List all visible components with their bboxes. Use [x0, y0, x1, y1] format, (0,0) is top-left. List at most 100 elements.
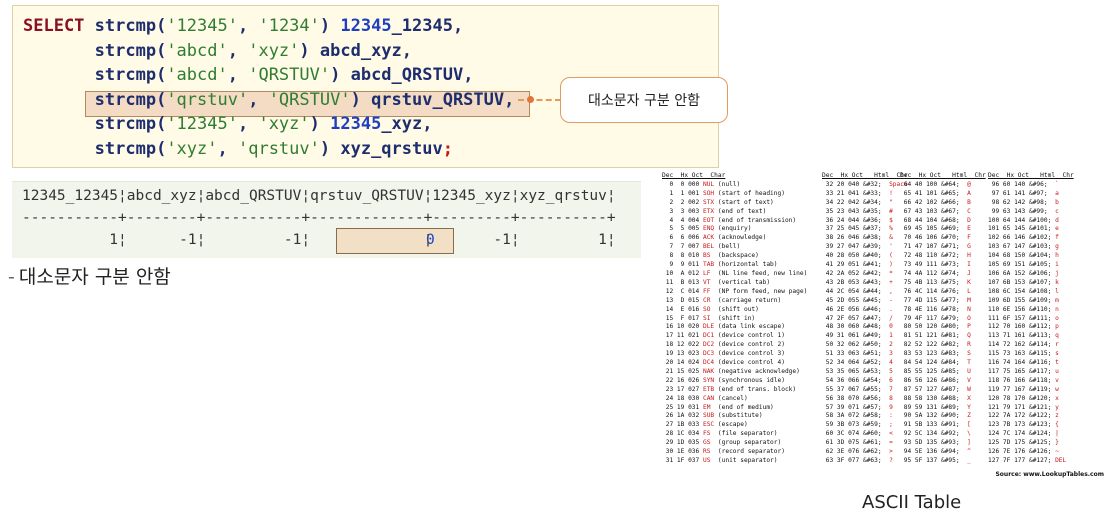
ascii-row: 112 70 160 &#112; p: [988, 323, 1059, 331]
ascii-table-image: Source: www.LookupTables.com Dec Hx Oct …: [662, 172, 1108, 482]
sql-string-arg: '12345': [166, 114, 238, 134]
ascii-row: 37 25 045 &#37; %: [822, 225, 893, 233]
ascii-row: 65 41 101 &#65; A: [900, 189, 971, 197]
result-row: 1¦ -1¦ -1¦ ¦ -1¦ 1¦: [22, 232, 616, 248]
ascii-column-header: Dec Hx Oct Html Chr: [900, 172, 986, 179]
ascii-row: 30 1E 036 RS (record separator): [662, 448, 785, 456]
ascii-row: 78 4E 116 &#78; N: [900, 305, 971, 313]
ascii-row: 69 45 105 &#69; E: [900, 225, 971, 233]
ascii-row: 62 3E 076 &#62; >: [822, 448, 893, 456]
ascii-row: 98 62 142 &#98; b: [988, 198, 1059, 206]
callout-connector: [518, 99, 561, 103]
ascii-row: 66 42 102 &#66; B: [900, 198, 971, 206]
ascii-row: 71 47 107 &#71; G: [900, 243, 971, 251]
ascii-row: 75 4B 113 &#75; K: [900, 278, 971, 286]
ascii-row: 101 65 145 &#101; e: [988, 225, 1059, 233]
ascii-row: 102 66 146 &#102; f: [988, 234, 1059, 242]
ascii-row: 126 7E 176 &#126; ~: [988, 448, 1059, 456]
ascii-row: 86 56 126 &#86; V: [900, 376, 971, 384]
ascii-row: 4 4 004 EOT (end of transmission): [662, 216, 797, 224]
ascii-row: 94 5E 136 &#94; ^: [900, 448, 971, 456]
sql-string-arg: 'qrstuv': [166, 89, 249, 110]
ascii-row: 56 38 070 &#56; 8: [822, 394, 893, 402]
ascii-row: 68 44 104 &#68; D: [900, 216, 971, 224]
ascii-row: 26 1A 032 SUB (substitute): [662, 412, 763, 420]
ascii-row: 16 10 020 DLE (data link escape): [662, 323, 785, 331]
ascii-row: 33 21 041 &#33; !: [822, 189, 893, 197]
ascii-row: 12 C 014 FF (NP form feed, new page): [662, 287, 808, 295]
ascii-row: 7 7 007 BEL (bell): [662, 243, 741, 251]
ascii-row: 28 1C 034 FS (file separator): [662, 430, 778, 438]
ascii-row: 45 2D 055 &#45; -: [822, 296, 893, 304]
note-bullet: -: [8, 266, 15, 288]
note-text: 대소문자 구분 안함: [18, 266, 171, 288]
ascii-row: 100 64 144 &#100; d: [988, 216, 1059, 224]
ascii-row: 116 74 164 &#116; t: [988, 359, 1059, 367]
ascii-row: 117 75 165 &#117; u: [988, 367, 1059, 375]
ascii-caption: ASCII Table: [862, 492, 962, 513]
sql-terminator: ,: [504, 89, 515, 110]
ascii-row: 97 61 141 &#97; a: [988, 189, 1059, 197]
ascii-row: 42 2A 052 &#42; *: [822, 269, 893, 277]
ascii-row: 61 3D 075 &#61; =: [822, 439, 893, 447]
ascii-row: 25 19 031 EM (end of medium): [662, 403, 774, 411]
ascii-row: 96 60 140 &#96; `: [988, 180, 1059, 188]
sql-function: strcmp(: [94, 138, 167, 159]
ascii-row: 121 79 171 &#121; y: [988, 403, 1059, 411]
sql-alias: xyz_qrstuv: [340, 138, 443, 159]
ascii-row: 118 76 166 &#118; v: [988, 376, 1059, 384]
result-separator: -----------+--------+-----------+-------…: [22, 210, 616, 226]
ascii-column: Dec Hx Oct Html Chr 64 40 100 &#64; @ 65…: [900, 172, 986, 466]
result-header: 12345_12345¦abcd_xyz¦abcd_QRSTUV¦qrstuv_…: [22, 188, 616, 204]
ascii-row: 110 6E 156 &#110; n: [988, 305, 1059, 313]
ascii-row: 18 12 022 DC2 (device control 2): [662, 341, 785, 349]
sql-line: SELECT strcmp('12345', '1234') 12345_123…: [23, 16, 464, 36]
ascii-row: 108 6C 154 &#108; l: [988, 287, 1059, 295]
sql-alias: abcd_QRSTUV: [350, 65, 464, 85]
ascii-row: 8 8 010 BS (backspace): [662, 252, 759, 260]
ascii-row: 104 68 150 &#104; h: [988, 252, 1059, 260]
ascii-row: 19 13 023 DC3 (device control 3): [662, 350, 785, 358]
ascii-row: 43 2B 053 &#43; +: [822, 278, 893, 286]
callout-note: 대소문자 구분 안함: [560, 77, 728, 123]
ascii-row: 40 28 050 &#40; (: [822, 252, 893, 260]
ascii-row: 36 24 044 &#36; $: [822, 216, 893, 224]
ascii-row: 64 40 100 &#64; @: [900, 180, 971, 188]
sql-line: strcmp('abcd', 'xyz') abcd_xyz,: [94, 40, 413, 61]
ascii-row: 99 63 143 &#99; c: [988, 207, 1059, 215]
ascii-row: 54 36 066 &#54; 6: [822, 376, 893, 384]
sql-line: strcmp('xyz', 'qrstuv') xyz_qrstuv;: [94, 138, 453, 159]
ascii-row: 70 46 106 &#70; F: [900, 234, 971, 242]
ascii-row: 53 35 065 &#53; 5: [822, 367, 893, 375]
sql-terminator: ,: [463, 65, 474, 85]
ascii-row: 34 22 042 &#34; ": [822, 198, 893, 206]
sql-alias: qrstuv_QRSTUV: [371, 89, 505, 110]
ascii-row: 107 6B 153 &#107; k: [988, 278, 1059, 286]
ascii-row: 17 11 021 DC1 (device control 1): [662, 332, 785, 340]
ascii-row: 47 2F 057 &#47; /: [822, 314, 893, 322]
ascii-row: 74 4A 112 &#74; J: [900, 269, 971, 277]
ascii-row: 111 6F 157 &#111; o: [988, 314, 1059, 322]
ascii-row: 2 2 002 STX (start of text): [662, 198, 774, 206]
ascii-row: 29 1D 035 GS (group separator): [662, 439, 782, 447]
ascii-row: 91 5B 133 &#91; [: [900, 421, 971, 429]
ascii-row: 35 23 043 &#35; #: [822, 207, 893, 215]
sql-function: strcmp(: [94, 89, 167, 110]
ascii-row: 84 54 124 &#84; T: [900, 359, 971, 367]
ascii-row: 57 39 071 &#57; 9: [822, 403, 893, 411]
ascii-row: 15 F 017 SI (shift in): [662, 314, 756, 322]
sql-alias-number: 12345: [340, 16, 392, 36]
ascii-row: 0 0 000 NUL (null): [662, 180, 741, 188]
sql-string-arg: '1234': [258, 16, 320, 36]
ascii-row: 58 3A 072 &#58; :: [822, 412, 893, 420]
ascii-row: 114 72 162 &#114; r: [988, 341, 1059, 349]
ascii-row: 124 7C 174 &#124; |: [988, 430, 1059, 438]
sql-function: strcmp(: [94, 65, 167, 85]
sql-terminator: ;: [442, 138, 453, 159]
ascii-row: 44 2C 054 &#44; ,: [822, 287, 893, 295]
sql-string-arg: 'abcd': [166, 65, 228, 85]
sql-string-arg: 'QRSTUV': [248, 65, 331, 85]
ascii-row: 5 5 005 ENQ (enquiry): [662, 225, 752, 233]
sql-terminator: ,: [452, 16, 464, 36]
ascii-column-header: Dec Hx Oct Char: [662, 172, 726, 179]
